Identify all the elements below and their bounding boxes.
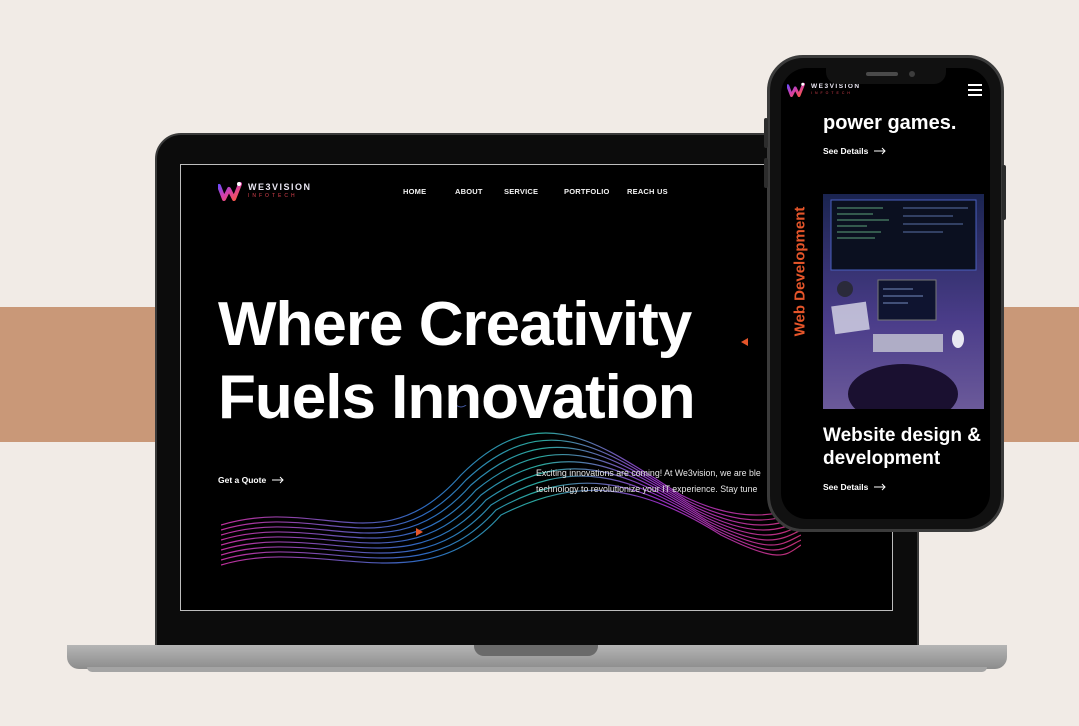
- logo-name: WE3VISION: [248, 182, 312, 192]
- nav-home[interactable]: HOME: [403, 187, 426, 196]
- logo-mark-icon: [787, 82, 805, 97]
- logo-name: WE3VISION: [811, 83, 861, 90]
- phone-speaker: [866, 72, 898, 76]
- hamburger-menu-icon[interactable]: [968, 84, 982, 99]
- service-title-games: power games.: [823, 112, 957, 134]
- phone-side-button: [1002, 165, 1006, 220]
- hero-title: Where Creativity Fuels Innovation: [218, 288, 696, 434]
- phone-camera: [909, 71, 915, 77]
- see-details-label: See Details: [823, 482, 869, 492]
- logo-subtitle: INFOTECH: [811, 90, 853, 95]
- nav-about[interactable]: ABOUT: [455, 187, 483, 196]
- get-quote-button[interactable]: Get a Quote: [218, 475, 284, 485]
- hero-wave-graphic: [221, 405, 801, 566]
- hero-description-line-1: Exciting innovations are coming! At We3v…: [536, 468, 761, 478]
- decor-triangle: [416, 528, 423, 536]
- get-quote-label: Get a Quote: [218, 475, 267, 485]
- phone-volume-button: [764, 118, 768, 148]
- logo-mark-icon: [218, 182, 242, 201]
- nav-reach-us[interactable]: REACH US: [627, 187, 668, 196]
- nav-service[interactable]: SERVICE: [504, 187, 538, 196]
- laptop-notch: [474, 645, 598, 656]
- hero-description: Exciting innovations are coming! At We3v…: [536, 465, 796, 497]
- logo-text: WE3VISION INFOTECH: [248, 183, 312, 199]
- phone-screen: WE3VISION INFOTECH power games. See Deta…: [781, 68, 990, 519]
- logo-text: WE3VISION INFOTECH: [811, 83, 861, 95]
- arrow-right-icon: [874, 483, 887, 491]
- brand-logo[interactable]: WE3VISION INFOTECH: [787, 82, 861, 97]
- brand-logo[interactable]: WE3VISION INFOTECH: [218, 181, 312, 201]
- decor-triangle: [741, 338, 748, 346]
- hero-title-line-1: Where Creativity: [218, 290, 692, 359]
- see-details-label: See Details: [823, 146, 869, 156]
- vertical-category-label: Web Development: [791, 206, 809, 337]
- arrow-right-icon: [272, 476, 284, 484]
- phone-notch: [826, 68, 946, 84]
- nav-portfolio[interactable]: PORTFOLIO: [564, 187, 610, 196]
- arrow-right-icon: [874, 147, 887, 155]
- developer-desk-image: [823, 194, 984, 409]
- logo-subtitle: INFOTECH: [248, 193, 298, 199]
- service-title-web: Website design & development: [823, 425, 982, 469]
- phone-volume-button: [764, 158, 768, 188]
- hero-title-line-2: Fuels Innovation: [218, 363, 696, 432]
- laptop-base-shadow: [87, 667, 987, 672]
- hero-description-line-2: technology to revolutionize your IT expe…: [536, 484, 758, 494]
- see-details-button[interactable]: See Details: [823, 482, 887, 492]
- see-details-button[interactable]: See Details: [823, 146, 887, 156]
